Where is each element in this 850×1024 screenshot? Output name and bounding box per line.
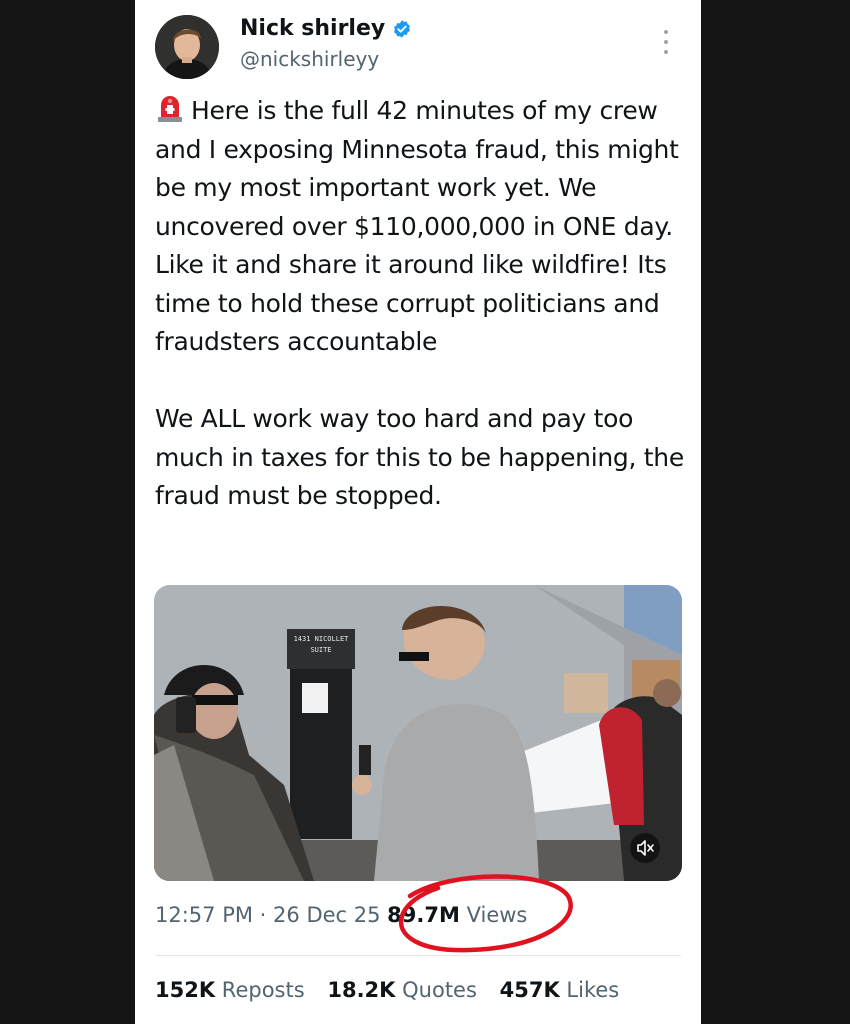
author-name[interactable]: Nick shirley	[240, 16, 385, 41]
building-sign-line2: SUITE	[310, 646, 331, 654]
post-date[interactable]: 26 Dec 25	[273, 903, 380, 927]
author-handle[interactable]: @nickshirleyy	[240, 47, 379, 71]
views-count[interactable]: 89.7M	[387, 903, 460, 927]
video-player[interactable]: 1431 NICOLLET SUITE	[154, 585, 682, 881]
likes-label: Likes	[566, 978, 620, 1002]
author-name-row: Nick shirley	[240, 16, 412, 41]
speaker-muted-glyph	[637, 840, 654, 856]
likes-count: 457K	[499, 978, 560, 1002]
rotating-light-icon	[158, 96, 182, 122]
speaker-muted-icon[interactable]	[630, 833, 660, 863]
divider	[155, 955, 681, 956]
post-time[interactable]: 12:57 PM	[155, 903, 253, 927]
reposts-label: Reposts	[221, 978, 305, 1002]
avatar-image	[155, 15, 219, 79]
post-meta: 12:57 PM · 26 Dec 25 89.7M Views	[155, 903, 527, 927]
post-text-container: Here is the full 42 minutes of my crew a…	[155, 92, 695, 516]
video-thumbnail: 1431 NICOLLET SUITE	[154, 585, 682, 881]
quotes-stat[interactable]: 18.2K Quotes	[327, 978, 477, 1002]
post-card: Nick shirley @nickshirleyy Here is the f…	[135, 0, 701, 1024]
quotes-label: Quotes	[402, 978, 477, 1002]
reposts-stat[interactable]: 152K Reposts	[155, 978, 305, 1002]
quotes-count: 18.2K	[327, 978, 396, 1002]
likes-stat[interactable]: 457K Likes	[500, 978, 620, 1002]
post-text: Here is the full 42 minutes of my crew a…	[155, 96, 684, 510]
more-options-icon[interactable]	[662, 30, 670, 54]
verified-badge-icon	[394, 19, 411, 38]
building-sign-line1: 1431 NICOLLET	[294, 635, 350, 643]
engagement-stats: 152K Reposts 18.2K Quotes 457K Likes	[155, 978, 635, 1002]
views-label[interactable]: Views	[467, 903, 528, 927]
meta-separator: ·	[259, 903, 267, 927]
reposts-count: 152K	[155, 978, 216, 1002]
avatar[interactable]	[155, 15, 219, 79]
